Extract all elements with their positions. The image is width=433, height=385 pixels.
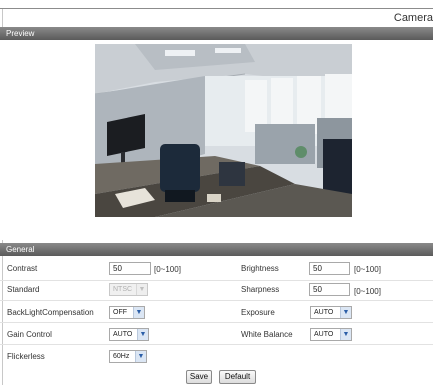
chevron-down-icon: ▼ [135,351,146,362]
page-title: Camera [393,12,433,24]
chevron-down-icon: ▼ [340,307,351,318]
chevron-down-icon: ▼ [137,329,148,340]
row-divider [0,280,433,281]
flickerless-value: 60Hz [113,353,130,360]
contrast-range: [0~100] [154,265,181,274]
default-button[interactable]: Default [219,370,256,384]
header-rule [0,8,433,9]
flickerless-label: Flickerless [7,352,45,361]
backlight-value: OFF [113,309,127,316]
save-button[interactable]: Save [186,370,212,384]
chevron-down-icon: ▼ [340,329,351,340]
preview-section-header: Preview [0,27,433,40]
brightness-range: [0~100] [354,265,381,274]
brightness-label: Brightness [241,264,279,273]
row-divider [0,322,433,323]
backlight-label: BackLightCompensation [7,308,94,317]
sharpness-label: Sharpness [241,285,280,294]
chevron-down-icon: ▼ [133,307,144,318]
contrast-input[interactable]: 50 [109,262,151,275]
sharpness-input[interactable]: 50 [309,283,350,296]
general-section-header: General [0,243,433,256]
standard-select[interactable]: NTSC ▼ [109,283,148,296]
row-divider [0,344,433,345]
brightness-input[interactable]: 50 [309,262,350,275]
gain-control-select[interactable]: AUTO ▼ [109,328,149,341]
row-divider [0,300,433,301]
gain-control-label: Gain Control [7,330,52,339]
contrast-label: Contrast [7,264,38,273]
chevron-down-icon: ▼ [136,284,147,295]
exposure-select[interactable]: AUTO ▼ [310,306,352,319]
white-balance-select[interactable]: AUTO ▼ [310,328,352,341]
gain-control-value: AUTO [113,331,133,338]
white-balance-value: AUTO [314,331,334,338]
flickerless-select[interactable]: 60Hz ▼ [109,350,147,363]
backlight-select[interactable]: OFF ▼ [109,306,145,319]
exposure-value: AUTO [314,309,334,316]
camera-preview-image [95,44,352,217]
standard-label: Standard [7,285,40,294]
white-balance-label: White Balance [241,330,293,339]
sharpness-range: [0~100] [354,287,381,296]
standard-value: NTSC [113,286,133,293]
exposure-label: Exposure [241,308,275,317]
